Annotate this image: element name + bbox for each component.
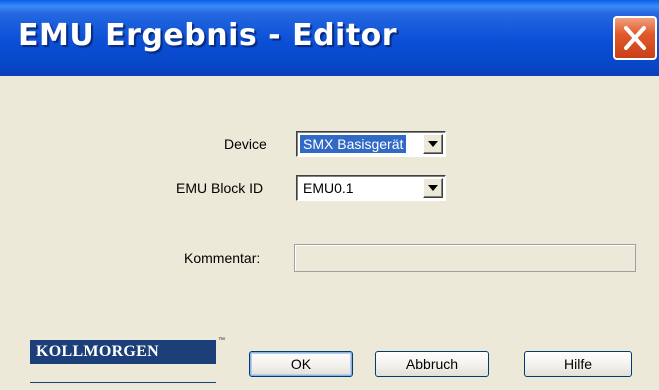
block-id-dropdown-button[interactable] (423, 178, 443, 198)
title-bar[interactable]: EMU Ergebnis - Editor (0, 0, 659, 76)
ok-button[interactable]: OK (249, 351, 353, 377)
comment-label: Kommentar: (184, 250, 261, 266)
block-id-select[interactable]: EMU0.1 (296, 175, 446, 201)
window-title: EMU Ergebnis - Editor (18, 18, 398, 53)
device-select[interactable]: SMX Basisgerät (296, 131, 446, 157)
cancel-button[interactable]: Abbruch (375, 351, 489, 377)
chevron-down-icon (428, 141, 438, 147)
close-icon (624, 26, 646, 50)
device-label: Device (224, 136, 267, 152)
device-dropdown-button[interactable] (423, 134, 443, 154)
logo-text: KOLLMORGEN (36, 343, 160, 360)
chevron-down-icon (428, 185, 438, 191)
dialog-window: EMU Ergebnis - Editor Device SMX Basisge… (0, 0, 659, 390)
close-button[interactable] (613, 16, 657, 60)
logo-underline (30, 382, 216, 383)
logo-trademark: ™ (218, 337, 225, 344)
block-id-select-value: EMU0.1 (303, 180, 354, 196)
kollmorgen-logo: KOLLMORGEN (30, 340, 216, 364)
block-id-label: EMU Block ID (176, 180, 264, 196)
device-select-value: SMX Basisgerät (300, 135, 407, 153)
help-button[interactable]: Hilfe (524, 351, 632, 377)
comment-field[interactable] (294, 244, 636, 272)
